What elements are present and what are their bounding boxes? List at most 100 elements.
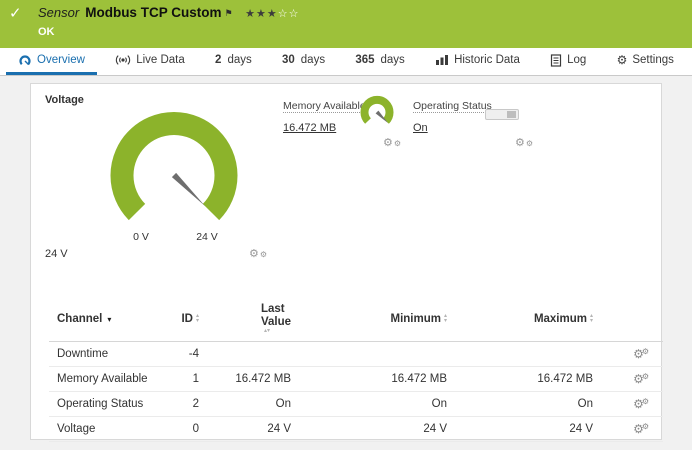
flag-icon[interactable]: ⚑ [224, 8, 232, 18]
channel-settings-icon[interactable]: ⚙⚙ [595, 367, 663, 392]
status-badge: OK [38, 26, 682, 38]
col-label: Channel [57, 313, 102, 325]
tab-number: 365 [355, 54, 374, 66]
tab-number: 30 [282, 54, 295, 66]
tab-2-days[interactable]: 2 days [203, 48, 264, 75]
tab-settings[interactable]: ⚙ Settings [605, 48, 686, 75]
gear-small-icon[interactable]: ⚙ [260, 250, 267, 259]
table-row: Memory Available 1 16.472 MB 16.472 MB 1… [49, 367, 663, 392]
sensor-header: ✓ Sensor Modbus TCP Custom⚑ ★★★☆☆ OK [0, 0, 692, 48]
tab-bar: Overview Live Data 2 days 30 days 365 da… [0, 48, 692, 76]
channel-name[interactable]: Voltage [49, 417, 161, 442]
channel-maximum [449, 342, 595, 367]
channel-last-value: On [201, 392, 293, 417]
memory-gauge-widget: Memory Available 16.472 MB ⚙⚙ [283, 96, 403, 160]
tab-live-data[interactable]: Live Data [103, 48, 197, 75]
channel-last-value [201, 342, 293, 367]
col-channel[interactable]: Channel ▾ [49, 298, 161, 342]
voltage-value: 24 V [45, 248, 68, 260]
col-last-value[interactable]: LastValue▴▾ [201, 298, 293, 342]
tab-overview[interactable]: Overview [6, 48, 97, 75]
channel-id: 0 [161, 417, 201, 442]
operating-status-title[interactable]: Operating Status [413, 100, 492, 113]
channel-minimum: On [293, 392, 449, 417]
channel-id: 1 [161, 367, 201, 392]
table-header-row: Channel▾ ID▴▾ LastValue▴▾ Minimum▴▾ Maxi… [49, 298, 663, 342]
channel-settings-icon[interactable]: ⚙⚙ [595, 342, 663, 367]
voltage-gauge-widget: Voltage 0 V 24 V 24 V ⚙⚙ [43, 94, 277, 262]
channel-name[interactable]: Memory Available [49, 367, 161, 392]
ok-check-icon: ✓ [9, 4, 22, 22]
channel-last-value: 24 V [201, 417, 293, 442]
object-kind-label: Sensor [38, 5, 79, 20]
channel-name[interactable]: Downtime [49, 342, 161, 367]
gauge-max-label: 24 V [196, 231, 218, 243]
channel-filter-caret-icon[interactable]: ▾ [107, 315, 111, 324]
gear-icon[interactable]: ⚙ [249, 248, 259, 260]
sort-icon[interactable]: ▴▾ [444, 314, 447, 324]
memory-value[interactable]: 16.472 MB [283, 122, 336, 134]
sort-icon[interactable]: ▴▾ [590, 314, 593, 324]
operating-widget-icons[interactable]: ⚙⚙ [515, 138, 533, 149]
tab-365-days[interactable]: 365 days [343, 48, 416, 75]
priority-stars[interactable]: ★★★☆☆ [245, 8, 299, 20]
col-label: Minimum [391, 313, 441, 325]
channel-settings-icon[interactable]: ⚙⚙ [595, 417, 663, 442]
sort-icon[interactable]: ▴▾ [264, 329, 291, 334]
gear-icon: ⚙ [617, 54, 628, 66]
col-channel-settings [595, 298, 663, 342]
tab-30-days[interactable]: 30 days [270, 48, 337, 75]
tab-label: Historic Data [454, 54, 520, 66]
gauge-min-label: 0 V [133, 231, 149, 243]
tab-number: 2 [215, 54, 221, 66]
col-label: Last [261, 303, 291, 316]
tab-label: Live Data [136, 54, 185, 66]
gear-small-icon[interactable]: ⚙ [526, 139, 533, 148]
operating-status-widget: Operating Status On ⚙⚙ [413, 96, 535, 160]
col-minimum[interactable]: Minimum▴▾ [293, 298, 449, 342]
col-label: ID [181, 313, 193, 325]
tab-label: days [301, 54, 325, 66]
memory-widget-icons[interactable]: ⚙⚙ [383, 138, 401, 149]
table-row: Operating Status 2 On On On ⚙⚙ [49, 392, 663, 417]
gear-small-icon[interactable]: ⚙ [394, 139, 401, 148]
channel-settings-icon[interactable]: ⚙⚙ [595, 392, 663, 417]
table-row: Downtime -4 ⚙⚙ [49, 342, 663, 367]
tab-log[interactable]: Log [538, 48, 598, 75]
star-filled-icons[interactable]: ★★★ [245, 8, 278, 20]
channel-id: -4 [161, 342, 201, 367]
channel-table: Channel▾ ID▴▾ LastValue▴▾ Minimum▴▾ Maxi… [49, 298, 663, 442]
tab-label: days [381, 54, 405, 66]
tab-label: Log [567, 54, 586, 66]
operating-status-value[interactable]: On [413, 122, 428, 134]
col-label: Maximum [534, 313, 587, 325]
gear-icon[interactable]: ⚙ [515, 137, 525, 149]
sort-icon[interactable]: ▴▾ [196, 314, 199, 324]
gear-icon[interactable]: ⚙ [383, 137, 393, 149]
channel-minimum: 24 V [293, 417, 449, 442]
col-maximum[interactable]: Maximum▴▾ [449, 298, 595, 342]
channel-maximum: On [449, 392, 595, 417]
memory-gauge [355, 93, 401, 135]
tab-historic-data[interactable]: Historic Data [423, 48, 532, 75]
gauge-icon [18, 54, 32, 67]
sensor-title: Modbus TCP Custom [85, 5, 221, 20]
voltage-widget-icons[interactable]: ⚙⚙ [249, 249, 267, 260]
tab-label: days [227, 54, 251, 66]
broadcast-icon [115, 54, 131, 66]
channel-id: 2 [161, 392, 201, 417]
channel-last-value: 16.472 MB [201, 367, 293, 392]
channel-minimum: 16.472 MB [293, 367, 449, 392]
col-id[interactable]: ID▴▾ [161, 298, 201, 342]
channel-name[interactable]: Operating Status [49, 392, 161, 417]
voltage-gauge: 0 V 24 V [79, 100, 269, 250]
memory-title[interactable]: Memory Available [283, 100, 366, 113]
overview-panel: Voltage 0 V 24 V 24 V ⚙⚙ Memory Availabl… [30, 83, 662, 440]
star-empty-icons[interactable]: ☆☆ [278, 8, 300, 20]
channel-maximum: 16.472 MB [449, 367, 595, 392]
table-row: Voltage 0 24 V 24 V 24 V ⚙⚙ [49, 417, 663, 442]
tab-label: Settings [632, 54, 674, 66]
gauges-section: Voltage 0 V 24 V 24 V ⚙⚙ Memory Availabl… [41, 94, 661, 264]
status-switch-graphic [485, 109, 519, 120]
tab-label: Overview [37, 54, 85, 66]
